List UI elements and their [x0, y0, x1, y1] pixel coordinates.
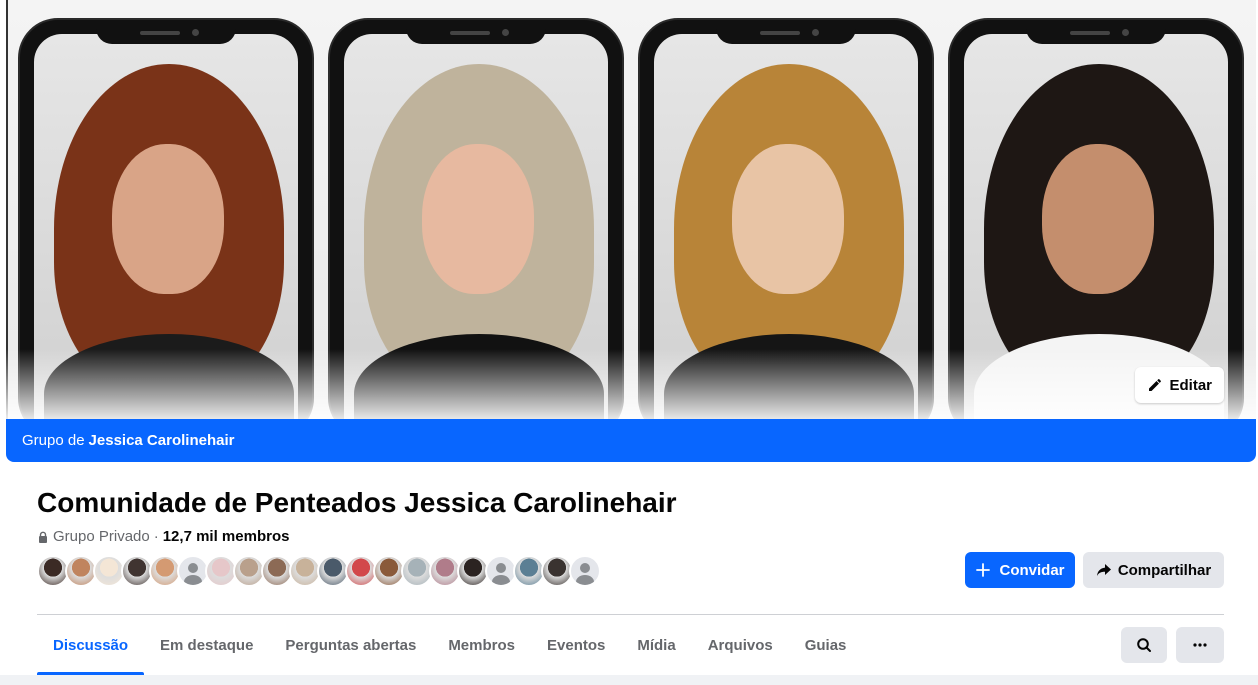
- meta-separator: ·: [153, 528, 159, 545]
- tab-label: Discussão: [53, 636, 129, 654]
- member-count[interactable]: 12,7 mil membros: [163, 528, 290, 545]
- tab-label: Mídia: [637, 636, 676, 654]
- tab-label: Em destaque: [160, 636, 254, 654]
- member-avatar[interactable]: [569, 555, 601, 587]
- more-options-button[interactable]: [1176, 627, 1224, 663]
- share-arrow-icon: [1096, 564, 1111, 576]
- tab-media[interactable]: Mídia: [621, 615, 691, 675]
- search-button[interactable]: [1121, 627, 1167, 663]
- tab-label: Guias: [804, 636, 847, 654]
- member-avatar-list: [37, 555, 601, 587]
- tab-label: Arquivos: [707, 636, 773, 654]
- share-label: Compartilhar: [1117, 561, 1212, 579]
- tab-members[interactable]: Membros: [432, 615, 531, 675]
- portrait-face: [1042, 144, 1154, 294]
- portrait-face: [732, 144, 844, 294]
- invite-button[interactable]: Convidar: [965, 552, 1075, 588]
- phone-notch: [406, 20, 546, 44]
- tab-files[interactable]: Arquivos: [692, 615, 789, 675]
- group-owner-bar: Grupo de Jessica Carolinehair: [6, 419, 1256, 462]
- group-tabs: Discussão Em destaque Perguntas abertas …: [37, 615, 862, 675]
- cover-photo[interactable]: [6, 0, 1256, 438]
- phone-notch: [1026, 20, 1166, 44]
- cover-photo-area: Editar Grupo de Jessica Carolinehair: [6, 0, 1256, 462]
- search-icon: [1137, 638, 1151, 652]
- privacy-label[interactable]: Grupo Privado: [53, 528, 150, 545]
- cover-fade: [6, 349, 1256, 419]
- phone-notch: [716, 20, 856, 44]
- plus-icon: [976, 563, 991, 577]
- tab-discussion[interactable]: Discussão: [37, 615, 145, 675]
- group-owner-link[interactable]: Jessica Carolinehair: [89, 432, 235, 449]
- portrait-face: [112, 144, 224, 294]
- tab-guides[interactable]: Guias: [789, 615, 863, 675]
- phone-notch: [96, 20, 236, 44]
- tab-label: Membros: [448, 636, 515, 654]
- group-title[interactable]: Comunidade de Penteados Jessica Caroline…: [37, 487, 677, 519]
- lock-icon: [39, 531, 47, 543]
- share-button[interactable]: Compartilhar: [1083, 552, 1224, 588]
- group-meta: Grupo Privado · 12,7 mil membros: [37, 528, 289, 545]
- edit-cover-label: Editar: [1169, 376, 1212, 394]
- more-dots-icon: [1193, 643, 1207, 647]
- tab-label: Perguntas abertas: [285, 636, 417, 654]
- portrait-face: [422, 144, 534, 294]
- edit-cover-button[interactable]: Editar: [1135, 367, 1224, 403]
- invite-label: Convidar: [999, 561, 1065, 579]
- tab-featured[interactable]: Em destaque: [144, 615, 269, 675]
- tab-label: Eventos: [547, 636, 606, 654]
- group-owner-prefix: Grupo de: [22, 432, 85, 449]
- feed-background: [0, 675, 1258, 685]
- tab-open-questions[interactable]: Perguntas abertas: [269, 615, 432, 675]
- tab-events[interactable]: Eventos: [531, 615, 621, 675]
- pencil-icon: [1149, 379, 1162, 391]
